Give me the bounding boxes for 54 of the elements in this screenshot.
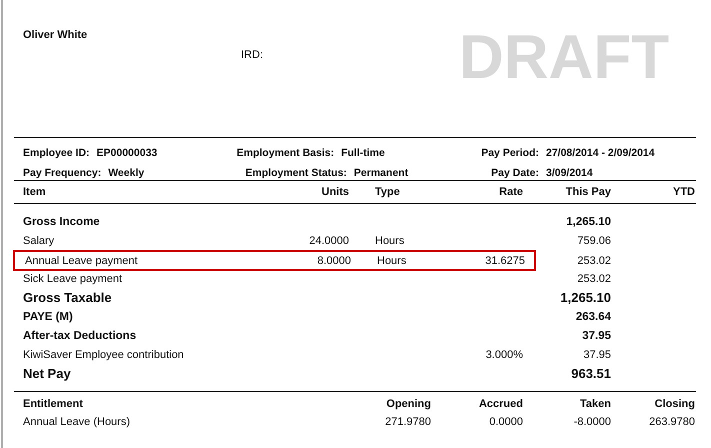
item-label: Sick Leave payment — [23, 272, 124, 284]
accrued-value: 0.0000 — [488, 416, 523, 428]
employee-name: Oliver White — [23, 29, 88, 41]
this-pay-value: 1,265.10 — [565, 216, 611, 228]
opening-value: 271.9780 — [384, 416, 431, 428]
item-label: After-tax Deductions — [23, 330, 138, 342]
column-header: Closing — [654, 398, 695, 410]
field-label: Pay Period: — [481, 147, 539, 161]
field-label: Pay Frequency: — [23, 167, 102, 181]
this-pay-value: 263.64 — [574, 310, 611, 322]
column-header: Opening — [385, 398, 431, 410]
this-pay-value: 963.51 — [570, 366, 611, 381]
field-value: Full-time — [341, 147, 386, 161]
field-value: 3/09/2014 — [546, 167, 594, 181]
field-value: Permanent — [354, 167, 410, 181]
item-label: Gross Taxable — [23, 290, 113, 305]
item-label: Annual Leave (Hours) — [23, 416, 132, 428]
column-header: Taken — [579, 398, 611, 410]
type-value: Hours — [374, 234, 406, 246]
column-header: Type — [374, 186, 401, 198]
field-label: Employment Basis: — [236, 147, 334, 161]
this-pay-value: 253.02 — [576, 272, 611, 284]
field-value: EP00000033 — [96, 147, 158, 161]
this-pay-value: 1,265.10 — [559, 290, 611, 305]
ird-label: IRD: — [241, 49, 263, 61]
item-label: KiwiSaver Employee contribution — [23, 348, 185, 360]
column-header: Item — [23, 186, 47, 198]
item-label: Gross Income — [23, 216, 101, 228]
item-label: Net Pay — [23, 366, 72, 381]
item-label: PAYE (M) — [23, 310, 74, 322]
field-value: 27/08/2014 - 2/09/2014 — [546, 147, 656, 161]
field-label: Employee ID: — [23, 147, 90, 161]
this-pay-value: 37.95 — [581, 330, 611, 342]
column-header: Entitlement — [23, 398, 84, 410]
column-header: Units — [320, 186, 349, 198]
closing-value: 263.9780 — [648, 416, 695, 428]
units-value: 8.0000 — [316, 254, 351, 266]
column-header: YTD — [672, 186, 695, 198]
column-header: Accrued — [478, 398, 523, 410]
field-label: Employment Status: — [245, 167, 347, 181]
rate-value: 31.6275 — [484, 254, 525, 266]
this-pay-value: 37.95 — [582, 348, 611, 360]
units-value: 24.0000 — [308, 234, 349, 246]
column-header: This Pay — [564, 186, 611, 198]
item-label: Salary — [23, 234, 56, 246]
this-pay-value: 759.06 — [576, 234, 611, 246]
rate-value: 3.000% — [484, 348, 523, 360]
field-value: Weekly — [108, 167, 146, 181]
type-value: Hours — [376, 254, 408, 266]
column-header: Rate — [498, 186, 523, 198]
item-label: Annual Leave payment — [25, 254, 139, 266]
field-label: Pay Date: — [491, 167, 539, 181]
taken-value: -8.0000 — [572, 416, 611, 428]
this-pay-value: 253.02 — [576, 254, 611, 266]
